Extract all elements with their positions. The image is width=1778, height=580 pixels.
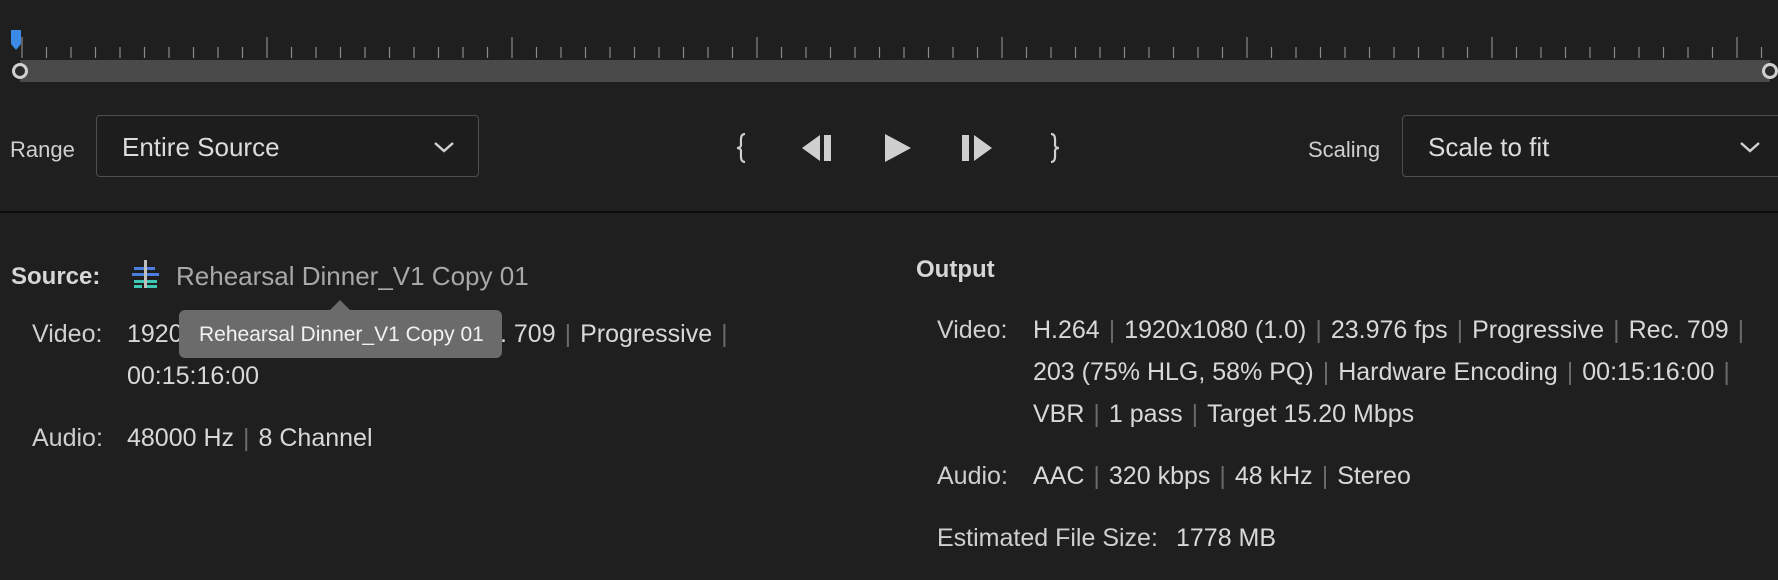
play-icon[interactable] bbox=[881, 128, 915, 168]
scaling-label: Scaling bbox=[1308, 137, 1381, 162]
out-point-handle[interactable] bbox=[1762, 63, 1778, 79]
range-dropdown[interactable]: Entire Source bbox=[96, 115, 479, 177]
step-forward-icon[interactable] bbox=[958, 128, 998, 168]
playhead-marker[interactable] bbox=[10, 30, 22, 52]
separator: | bbox=[243, 424, 250, 452]
source-audio-value: 48000 Hz bbox=[127, 424, 235, 452]
output-video-line-1: H.264 | 1920x1080 (1.0) | 23.976 fps | Progres… bbox=[1033, 316, 1753, 345]
output-video-value: Progressive bbox=[1472, 316, 1605, 344]
range-dropdown-value: Entire Source bbox=[122, 132, 280, 162]
output-video-value: H.264 bbox=[1033, 316, 1100, 344]
step-back-icon[interactable] bbox=[798, 128, 838, 168]
chevron-down-icon bbox=[1740, 142, 1760, 153]
output-video-value: VBR bbox=[1033, 400, 1085, 428]
source-video-value: Progressive bbox=[580, 320, 713, 348]
output-audio-value: Stereo bbox=[1337, 462, 1411, 490]
section-divider bbox=[0, 211, 1778, 213]
output-video-line-2: 203 (75% HLG, 58% PQ) | Hardware Encoding |… bbox=[1033, 358, 1739, 387]
source-audio-line: 48000 Hz | 8 Channel bbox=[127, 424, 373, 453]
output-video-value: Target 15.20 Mbps bbox=[1207, 400, 1415, 428]
mark-in-icon[interactable] bbox=[733, 128, 749, 168]
separator: | bbox=[1737, 316, 1745, 344]
output-label: Output bbox=[916, 256, 995, 283]
source-video-line-1-tail: . 709 | Progressive | bbox=[500, 320, 737, 349]
output-audio-label: Audio: bbox=[937, 462, 1008, 490]
source-name-tooltip: Rehearsal Dinner_V1 Copy 01 bbox=[179, 300, 502, 358]
tooltip-text: Rehearsal Dinner_V1 Copy 01 bbox=[199, 323, 484, 346]
timeline-ruler[interactable] bbox=[0, 30, 1778, 60]
separator: | bbox=[1456, 316, 1464, 344]
separator: | bbox=[1613, 316, 1620, 344]
estimated-file-size-value: 1778 MB bbox=[1176, 524, 1277, 552]
output-audio-value: 48 kHz bbox=[1234, 462, 1313, 490]
scaling-dropdown[interactable]: Scale to fit bbox=[1402, 115, 1778, 177]
output-audio-value: AAC bbox=[1033, 462, 1085, 490]
export-settings-panel: Range Entire Source Scaling Scale to fit… bbox=[0, 0, 1778, 580]
source-video-value: 1920 bbox=[127, 320, 183, 348]
separator: | bbox=[1108, 316, 1116, 344]
source-label: Source: bbox=[11, 263, 101, 290]
scaling-dropdown-value: Scale to fit bbox=[1428, 132, 1550, 162]
mark-out-icon[interactable] bbox=[1047, 128, 1063, 168]
output-video-value: 1 pass bbox=[1108, 400, 1183, 428]
source-name[interactable]: Rehearsal Dinner_V1 Copy 01 bbox=[176, 261, 529, 292]
chevron-down-icon bbox=[434, 142, 454, 153]
tooltip-arrow bbox=[330, 300, 350, 310]
output-video-label: Video: bbox=[937, 316, 1008, 344]
timeline-track[interactable] bbox=[20, 60, 1770, 82]
range-label: Range bbox=[10, 137, 75, 162]
separator: | bbox=[721, 320, 728, 348]
source-video-label: Video: bbox=[32, 320, 103, 348]
source-audio-value: 8 Channel bbox=[258, 424, 373, 452]
source-duration: 00:15:16:00 bbox=[127, 362, 260, 390]
separator: | bbox=[1723, 358, 1730, 386]
output-audio-value: 320 kbps bbox=[1108, 462, 1211, 490]
separator: | bbox=[1191, 400, 1199, 428]
source-video-line-1: 1920 bbox=[127, 320, 183, 349]
separator: | bbox=[1566, 358, 1574, 386]
in-point-handle[interactable] bbox=[12, 63, 28, 79]
separator: | bbox=[1321, 462, 1329, 490]
output-video-value: Hardware Encoding bbox=[1338, 358, 1558, 386]
estimated-file-size-label: Estimated File Size: bbox=[937, 524, 1158, 552]
output-video-value: 1920x1080 (1.0) bbox=[1124, 316, 1307, 344]
output-video-value: 23.976 fps bbox=[1330, 316, 1448, 344]
output-video-value: 203 (75% HLG, 58% PQ) bbox=[1033, 358, 1314, 386]
source-video-line-2: 00:15:16:00 bbox=[127, 362, 259, 391]
output-audio-line: AAC | 320 kbps | 48 kHz | Stereo bbox=[1033, 462, 1411, 491]
separator: | bbox=[1322, 358, 1330, 386]
separator: | bbox=[1219, 462, 1226, 490]
sequence-icon bbox=[132, 260, 159, 288]
source-audio-label: Audio: bbox=[32, 424, 103, 452]
output-video-line-3: VBR | 1 pass | Target 15.20 Mbps bbox=[1033, 400, 1414, 429]
separator: | bbox=[1093, 462, 1100, 490]
output-video-value: Rec. 709 bbox=[1628, 316, 1729, 344]
separator: | bbox=[1093, 400, 1100, 428]
source-video-value: . 709 bbox=[500, 320, 556, 348]
output-video-value: 00:15:16:00 bbox=[1582, 358, 1715, 386]
separator: | bbox=[564, 320, 572, 348]
separator: | bbox=[1315, 316, 1322, 344]
